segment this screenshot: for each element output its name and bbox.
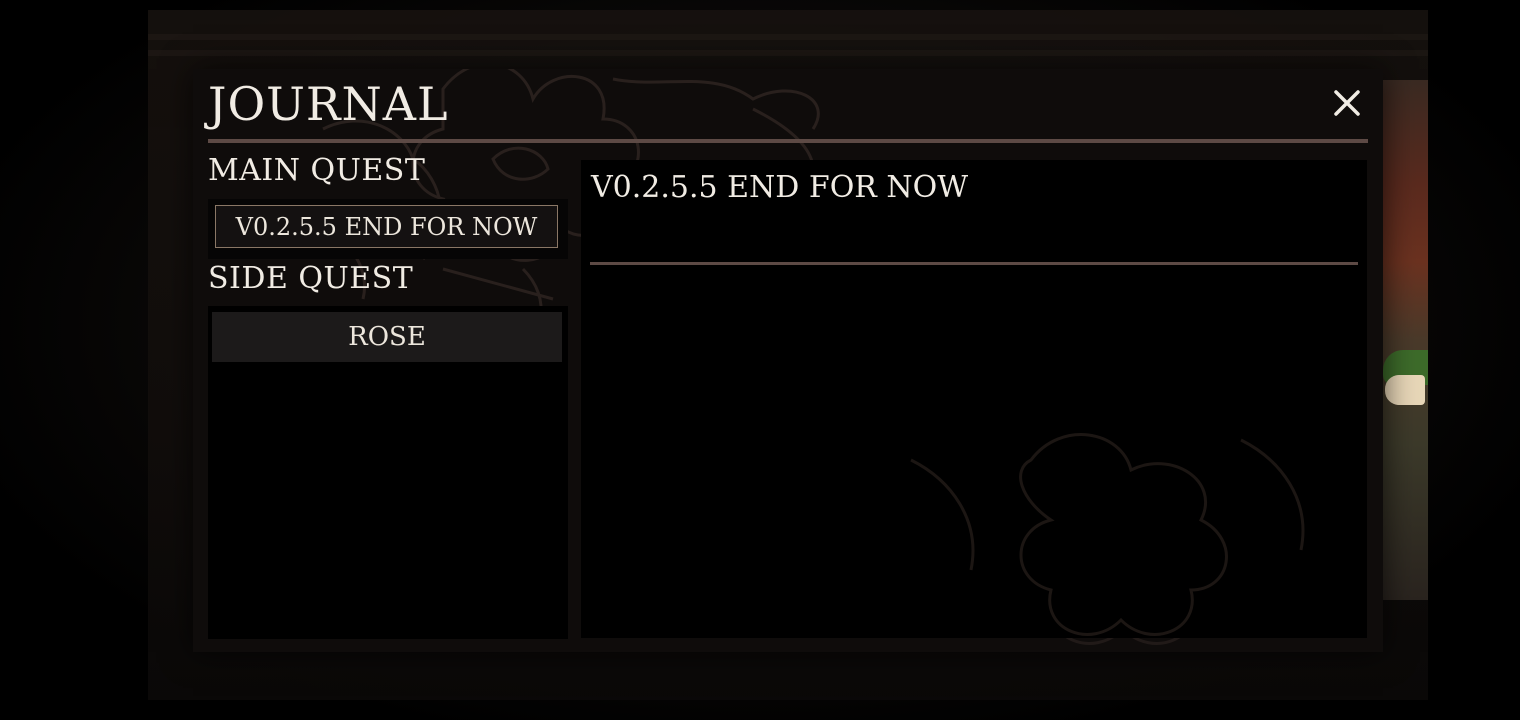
quest-item-side-rose[interactable]: ROSE bbox=[212, 312, 562, 362]
background-character bbox=[1383, 80, 1428, 600]
quest-detail-pane: V0.2.5.5 END FOR NOW bbox=[581, 160, 1367, 638]
main-quest-heading: MAIN QUEST bbox=[208, 153, 426, 188]
title-divider bbox=[208, 139, 1368, 143]
quest-detail-title: V0.2.5.5 END FOR NOW bbox=[591, 170, 969, 205]
journal-title: JOURNAL bbox=[208, 77, 449, 131]
quest-item-main-selected[interactable]: V0.2.5.5 END FOR NOW bbox=[215, 205, 558, 248]
detail-flower-decoration bbox=[910, 433, 1305, 636]
close-button[interactable] bbox=[1331, 87, 1363, 119]
game-screen: JOURNAL MAIN QUEST V0.2.5.5 END FOR NOW … bbox=[0, 0, 1520, 720]
detail-divider bbox=[590, 262, 1358, 265]
side-quest-heading: SIDE QUEST bbox=[208, 261, 414, 296]
close-icon bbox=[1334, 90, 1360, 116]
journal-window: JOURNAL MAIN QUEST V0.2.5.5 END FOR NOW … bbox=[193, 69, 1383, 652]
